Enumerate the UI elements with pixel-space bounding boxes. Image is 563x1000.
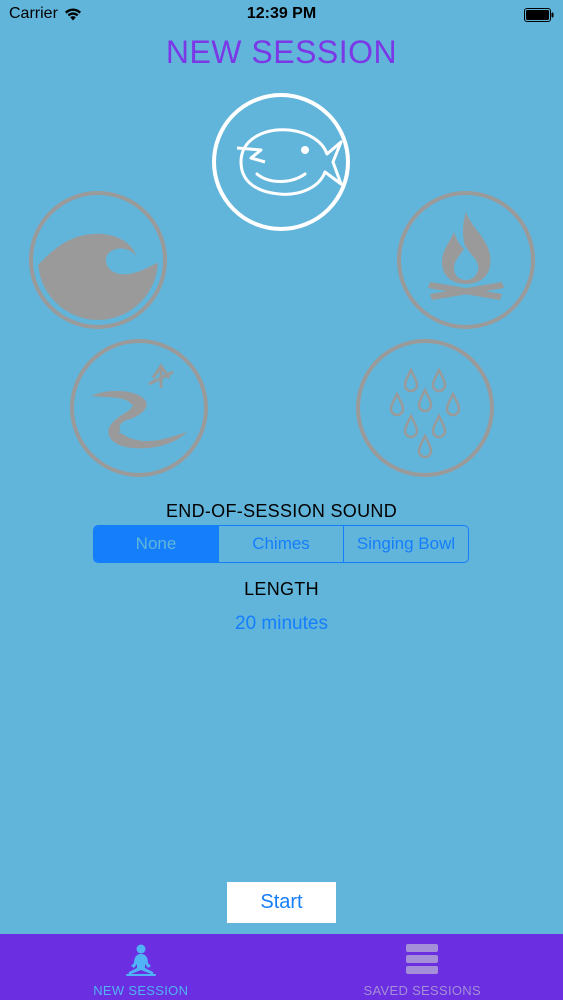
- tab-saved-sessions[interactable]: SAVED SESSIONS: [282, 934, 563, 1000]
- campfire-icon: [397, 191, 535, 329]
- tab-new-session-label: NEW SESSION: [93, 983, 189, 998]
- tab-new-session[interactable]: NEW SESSION: [0, 934, 282, 1000]
- stack-icon: [406, 944, 439, 974]
- end-sound-option-singing-bowl[interactable]: Singing Bowl: [343, 526, 468, 562]
- sound-option-river[interactable]: [69, 338, 209, 478]
- river-icon: [70, 339, 208, 477]
- meditation-icon: [125, 944, 156, 976]
- end-sound-label: END-OF-SESSION SOUND: [165, 501, 398, 521]
- bird-icon: [212, 93, 350, 231]
- start-button[interactable]: Start: [227, 882, 336, 923]
- sound-option-wave[interactable]: [28, 190, 168, 330]
- tab-bar: NEW SESSION SAVED SESSIONS: [0, 934, 563, 1000]
- sound-option-bird[interactable]: [211, 92, 351, 232]
- status-bar: Carrier 12:39 PM: [0, 0, 563, 30]
- sound-option-rain[interactable]: [355, 338, 495, 478]
- end-sound-segmented-control: None Chimes Singing Bowl: [93, 525, 469, 563]
- page-title: NEW SESSION: [165, 34, 398, 70]
- length-value-button[interactable]: 20 minutes: [0, 613, 563, 635]
- end-sound-option-none[interactable]: None: [94, 526, 218, 562]
- tab-saved-sessions-label: SAVED SESSIONS: [363, 983, 481, 998]
- battery-icon: [524, 8, 554, 22]
- end-sound-option-chimes[interactable]: Chimes: [218, 526, 343, 562]
- ocean-wave-icon: [29, 191, 167, 329]
- status-time: 12:39 PM: [246, 5, 317, 22]
- sound-option-fire[interactable]: [396, 190, 536, 330]
- length-label: LENGTH: [244, 579, 319, 599]
- raindrops-icon: [356, 339, 494, 477]
